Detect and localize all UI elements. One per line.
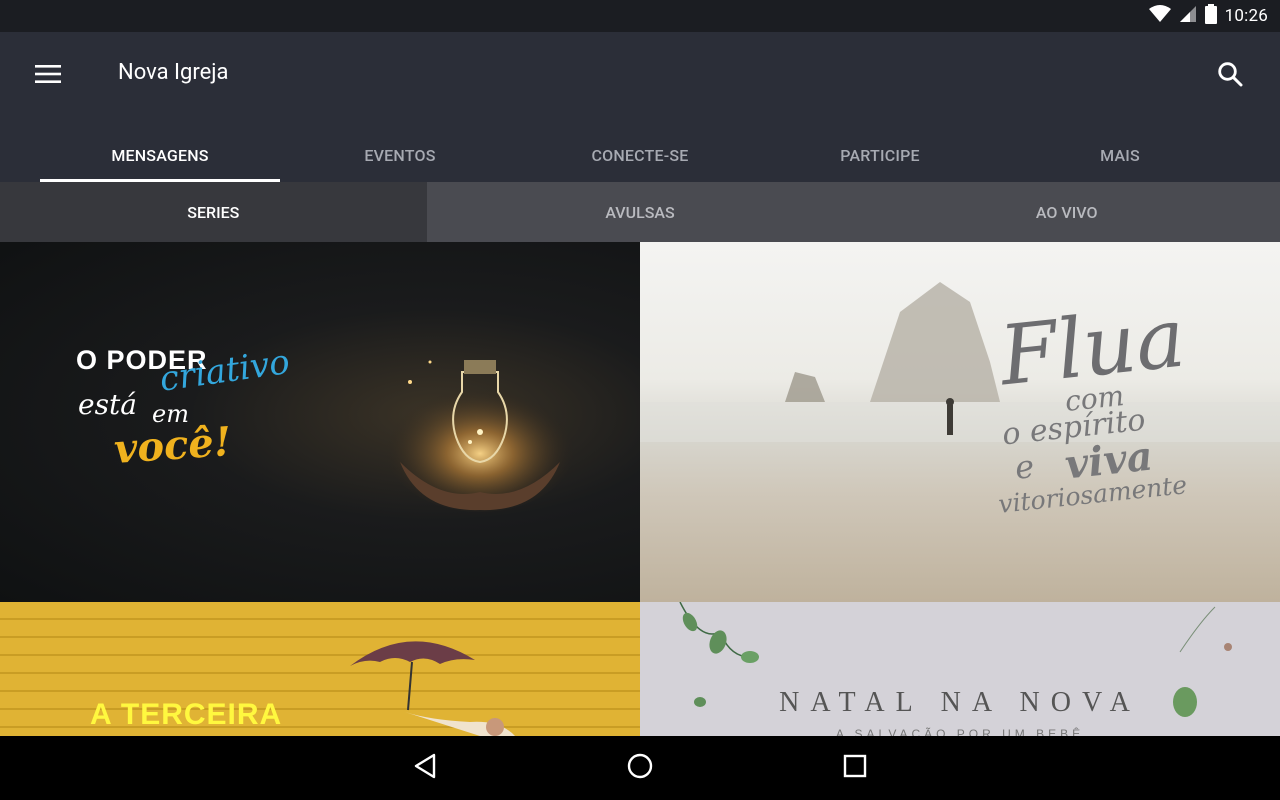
series-title: NATAL NA NOVA — [779, 687, 1141, 718]
series-card-natal-na-nova[interactable]: NATAL NA NOVA A SALVAÇÃO POR UM BEBÊ — [640, 602, 1280, 736]
subtab-series[interactable]: SERIES — [0, 182, 427, 242]
subtab-avulsas[interactable]: AVULSAS — [427, 182, 854, 242]
search-button[interactable] — [1206, 54, 1254, 98]
tab-participe[interactable]: PARTICIPE — [760, 128, 1000, 182]
menu-button[interactable] — [22, 54, 74, 98]
series-title-accent: você! — [112, 417, 233, 474]
series-card-o-poder-criativo[interactable]: O PODER criativo está em você! — [0, 242, 640, 602]
menu-icon — [35, 65, 61, 87]
tab-mensagens[interactable]: MENSAGENS — [40, 128, 280, 182]
series-title: A TERCEIRA — [90, 698, 283, 731]
search-icon — [1217, 61, 1243, 91]
lightbulb-hands-image — [385, 360, 575, 512]
signal-icon — [1179, 5, 1197, 27]
back-icon — [413, 753, 437, 783]
home-icon — [626, 752, 654, 784]
sub-tabs: SERIES AVULSAS AO VIVO — [0, 182, 1280, 242]
tab-mais[interactable]: MAIS — [1000, 128, 1240, 182]
main-tabs: MENSAGENS EVENTOS CONECTE-SE PARTICIPE M… — [40, 128, 1240, 182]
system-nav-bar — [0, 736, 1280, 800]
status-bar: 10:26 — [0, 0, 1280, 32]
series-title-line: e — [1013, 447, 1036, 487]
series-grid: O PODER criativo está em você! Flua com … — [0, 242, 1280, 736]
beach-rock-image — [640, 282, 1280, 442]
status-icons: 10:26 — [1148, 0, 1268, 32]
battery-icon — [1204, 4, 1217, 28]
wifi-icon — [1148, 5, 1171, 27]
back-button[interactable] — [402, 746, 448, 790]
subtab-ao-vivo[interactable]: AO VIVO — [853, 182, 1280, 242]
series-subtitle: A SALVAÇÃO POR UM BEBÊ — [835, 727, 1085, 736]
app-title: Nova Igreja — [118, 60, 229, 85]
home-button[interactable] — [617, 746, 663, 790]
app-bar: Nova Igreja MENSAGENS EVENTOS CONECTE-SE… — [0, 32, 1280, 182]
recents-button[interactable] — [832, 746, 878, 790]
tab-eventos[interactable]: EVENTOS — [280, 128, 520, 182]
series-title-line: está — [78, 388, 137, 421]
recents-icon — [843, 754, 867, 782]
series-card-a-terceira[interactable]: A TERCEIRA — [0, 602, 640, 736]
series-card-flua[interactable]: Flua com o espírito e viva vitoriosament… — [640, 242, 1280, 602]
tab-conecte-se[interactable]: CONECTE-SE — [520, 128, 760, 182]
status-time: 10:26 — [1224, 6, 1268, 26]
